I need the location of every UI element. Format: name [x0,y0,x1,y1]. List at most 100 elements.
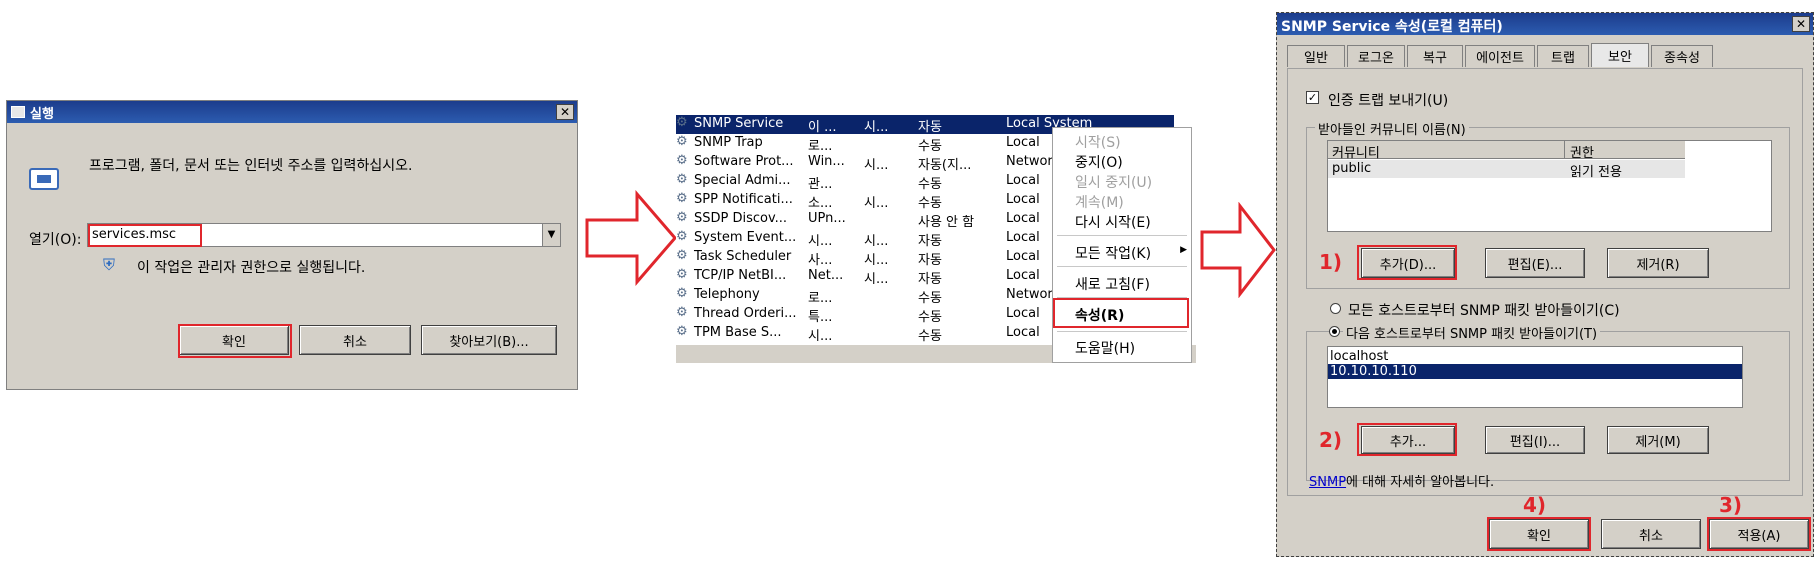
tab-traps[interactable]: 트랩 [1537,45,1589,67]
menu-item-restart[interactable]: 다시 시작(E) [1075,212,1151,232]
browse-button[interactable]: 찾아보기(B)... [421,325,557,355]
cell-name: SPP Notificati... [694,192,793,207]
highlight-add-host [1357,423,1457,456]
cell-logon: Networ [1006,154,1053,169]
admin-note: 이 작업은 관리자 권한으로 실행됩니다. [137,260,366,276]
hosts-list[interactable]: localhost 10.10.10.110 [1327,346,1743,408]
cell-status: 시... [864,234,889,249]
cell-logon: Local [1006,135,1040,150]
cell-name: System Event... [694,230,797,245]
community-rights: 읽기 전용 [1570,165,1622,180]
run-description: 프로그램, 폴더, 문서 또는 인터넷 주소를 입력하십시오. [89,158,413,174]
menu-item-all-tasks[interactable]: 모든 작업(K) [1075,243,1151,263]
cell-logon: Local [1006,306,1040,321]
cell-status: 시... [864,196,889,211]
gear-icon: ⚙ [676,210,688,225]
cell-name: Task Scheduler [694,249,792,264]
list-item[interactable]: localhost [1330,349,1740,364]
cell-desc: 시... [808,234,833,249]
cell-startup: 수동 [918,329,942,344]
cell-desc: 이 ... [808,120,837,135]
highlight-ok-button [1487,517,1591,551]
tab-recovery[interactable]: 복구 [1407,45,1463,67]
cell-name: Thread Orderi... [694,306,797,321]
edit-community-button[interactable]: 편집(E)... [1485,248,1585,278]
step-label-2: 2) [1319,428,1343,452]
cell-startup: 수동 [918,291,942,306]
gear-icon: ⚙ [676,172,688,187]
step-label-4: 4) [1523,493,1547,517]
menu-item-pause: 일시 중지(U) [1075,175,1153,191]
cell-startup: 자동 [918,272,942,287]
menu-item-help[interactable]: 도움말(H) [1075,338,1135,358]
accept-any-radio[interactable] [1330,303,1341,314]
cell-status: 시... [864,253,889,268]
cell-name: Telephony [694,287,760,302]
menu-item-stop[interactable]: 중지(O) [1075,152,1123,172]
cell-logon: Networ [1006,287,1053,302]
highlight-properties [1053,298,1189,328]
list-item[interactable]: 10.10.10.110 [1328,364,1742,379]
gear-icon: ⚙ [676,191,688,206]
menu-item-start: 시작(S) [1075,135,1121,151]
tab-dependencies[interactable]: 종속성 [1651,45,1713,67]
chevron-down-icon[interactable]: ▼ [542,224,560,246]
send-auth-trap-checkbox[interactable]: ✓ [1306,91,1319,104]
gear-icon: ⚙ [676,286,688,301]
col-rights[interactable]: 권한 [1570,142,1594,161]
cell-logon: Local [1006,268,1040,283]
gear-icon: ⚙ [676,153,688,168]
accept-these-label: 다음 호스트로부터 SNMP 패킷 받아들이기(T) [1343,323,1601,342]
edit-host-button[interactable]: 편집(I)... [1485,426,1585,454]
cell-desc: 특... [808,310,833,325]
tab-logon[interactable]: 로그온 [1347,45,1405,67]
list-item[interactable]: public 읽기 전용 [1328,160,1685,180]
context-menu: 시작(S) 중지(O) 일시 중지(U) 계속(M) 다시 시작(E) 모든 작… [1052,127,1192,363]
highlight-open-input [88,224,202,247]
remove-host-button[interactable]: 제거(M) [1607,426,1709,454]
snmp-link[interactable]: SNMP [1309,475,1346,490]
tab-agent[interactable]: 에이전트 [1465,45,1535,67]
cell-desc: 로... [808,291,833,306]
menu-separator [1057,331,1187,332]
cell-logon: Local [1006,192,1040,207]
step-label-3: 3) [1719,493,1743,517]
cell-name: Special Admi... [694,173,791,188]
props-title: SNMP Service 속성(로컬 컴퓨터) [1281,19,1503,35]
tab-general[interactable]: 일반 [1287,45,1345,67]
highlight-add-community [1357,245,1457,280]
gear-icon: ⚙ [676,324,688,339]
communities-group: 받아들인 커뮤니티 이름(N) 커뮤니티 권한 public 읽기 전용 1) … [1306,119,1790,289]
cell-startup: 사용 안 함 [918,215,975,230]
cell-logon: Local [1006,211,1040,226]
accept-any-label: 모든 호스트로부터 SNMP 패킷 받아들이기(C) [1348,303,1620,319]
cell-desc: 로... [808,139,833,154]
run-dialog: 실행 ✕ 프로그램, 폴더, 문서 또는 인터넷 주소를 입력하십시오. 열기(… [6,100,578,390]
cell-desc: 관... [808,177,833,192]
close-icon[interactable]: ✕ [556,104,574,120]
cell-desc: 시... [808,329,833,344]
gear-icon: ⚙ [676,267,688,282]
menu-item-refresh[interactable]: 새로 고침(F) [1075,274,1150,294]
gear-icon: ⚙ [676,115,688,130]
cell-desc: 소... [808,196,833,211]
arrow-right-icon [585,190,677,286]
cell-startup: 수동 [918,196,942,211]
menu-separator [1057,235,1187,236]
cell-logon: Local [1006,249,1040,264]
close-icon[interactable]: ✕ [1792,16,1810,32]
cancel-button[interactable]: 취소 [1601,519,1701,549]
run-program-icon [29,168,59,190]
cell-startup: 수동 [918,139,942,154]
cell-name: SNMP Trap [694,135,763,150]
cell-status: 시... [864,272,889,287]
tab-security[interactable]: 보안 [1591,43,1649,67]
cell-desc: Win... [808,154,845,169]
menu-item-resume: 계속(M) [1075,195,1124,211]
communities-list[interactable]: 커뮤니티 권한 public 읽기 전용 [1327,140,1772,232]
remove-community-button[interactable]: 제거(R) [1607,248,1709,278]
cancel-button[interactable]: 취소 [299,325,411,355]
learn-more: SNMP에 대해 자세히 알아봅니다. [1309,471,1494,490]
accept-these-radio[interactable] [1329,326,1340,337]
col-community[interactable]: 커뮤니티 [1332,142,1380,161]
